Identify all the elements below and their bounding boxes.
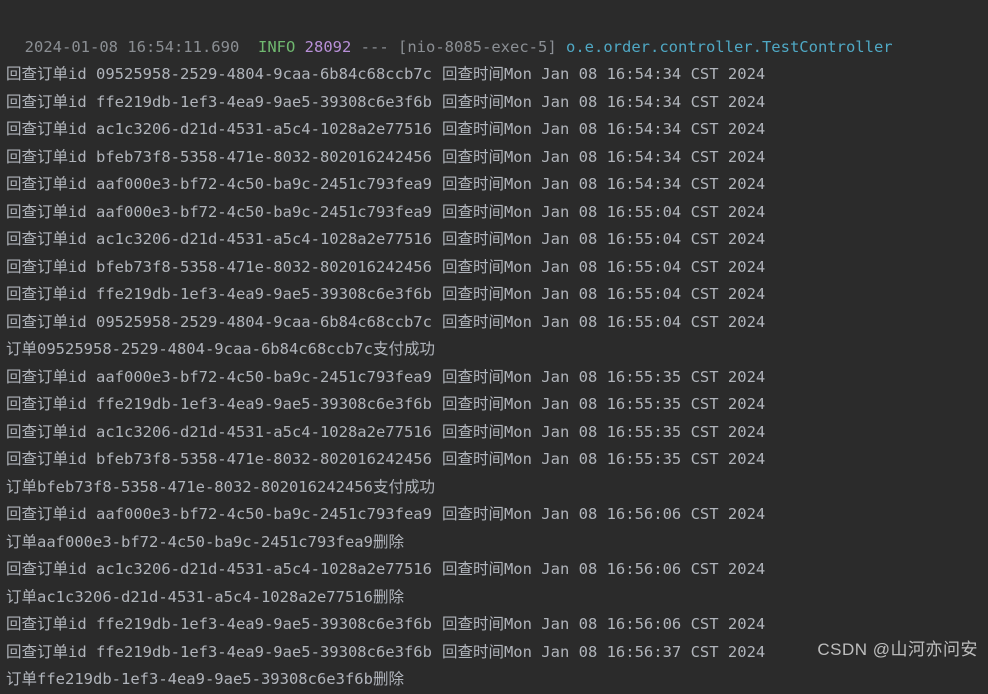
log-time-segment: 回查时间Mon Jan 08 16:56:37 CST 2024 xyxy=(442,643,765,661)
log-check-segment: 回查订单id ffe219db-1ef3-4ea9-9ae5-39308c6e3… xyxy=(6,643,432,661)
log-check-segment: 回查订单id ac1c3206-d21d-4531-a5c4-1028a2e77… xyxy=(6,120,432,138)
log-line: 回查订单id ffe219db-1ef3-4ea9-9ae5-39308c6e3… xyxy=(6,391,982,419)
log-line: 回查订单id 09525958-2529-4804-9caa-6b84c68cc… xyxy=(6,61,982,89)
log-line: 回查订单id bfeb73f8-5358-471e-8032-802016242… xyxy=(6,144,982,172)
log-check-segment: 回查订单id bfeb73f8-5358-471e-8032-802016242… xyxy=(6,258,432,276)
log-time-segment: 回查时间Mon Jan 08 16:54:34 CST 2024 xyxy=(442,175,765,193)
log-line: 回查订单id aaf000e3-bf72-4c50-ba9c-2451c793f… xyxy=(6,171,982,199)
log-level: INFO xyxy=(258,38,295,56)
log-line: 回查订单id aaf000e3-bf72-4c50-ba9c-2451c793f… xyxy=(6,501,982,529)
log-time-segment: 回查时间Mon Jan 08 16:54:34 CST 2024 xyxy=(442,65,765,83)
log-pid: 28092 xyxy=(305,38,352,56)
log-time-segment: 回查时间Mon Jan 08 16:55:04 CST 2024 xyxy=(442,230,765,248)
log-sep: --- xyxy=(361,38,389,56)
log-time-segment: 回查时间Mon Jan 08 16:56:06 CST 2024 xyxy=(442,505,765,523)
log-check-segment: 回查订单id aaf000e3-bf72-4c50-ba9c-2451c793f… xyxy=(6,175,432,193)
log-line: 回查订单id 09525958-2529-4804-9caa-6b84c68cc… xyxy=(6,309,982,337)
log-time-segment: 回查时间Mon Jan 08 16:54:34 CST 2024 xyxy=(442,148,765,166)
log-thread: [nio-8085-exec-5] xyxy=(398,38,557,56)
log-time-segment: 回查时间Mon Jan 08 16:55:04 CST 2024 xyxy=(442,285,765,303)
log-line: 回查订单id ac1c3206-d21d-4531-a5c4-1028a2e77… xyxy=(6,556,982,584)
log-status-line: 订单ac1c3206-d21d-4531-a5c4-1028a2e77516删除 xyxy=(6,584,982,612)
watermark: CSDN @山河亦问安 xyxy=(817,636,978,664)
log-line: 回查订单id ac1c3206-d21d-4531-a5c4-1028a2e77… xyxy=(6,226,982,254)
log-check-segment: 回查订单id bfeb73f8-5358-471e-8032-802016242… xyxy=(6,450,432,468)
log-check-segment: 回查订单id bfeb73f8-5358-471e-8032-802016242… xyxy=(6,148,432,166)
log-time-segment: 回查时间Mon Jan 08 16:55:35 CST 2024 xyxy=(442,423,765,441)
log-check-segment: 回查订单id aaf000e3-bf72-4c50-ba9c-2451c793f… xyxy=(6,368,432,386)
log-time-segment: 回查时间Mon Jan 08 16:55:35 CST 2024 xyxy=(442,395,765,413)
log-line: 回查订单id ffe219db-1ef3-4ea9-9ae5-39308c6e3… xyxy=(6,611,982,639)
log-check-segment: 回查订单id ffe219db-1ef3-4ea9-9ae5-39308c6e3… xyxy=(6,285,432,303)
log-check-segment: 回查订单id 09525958-2529-4804-9caa-6b84c68cc… xyxy=(6,313,432,331)
log-line: 回查订单id aaf000e3-bf72-4c50-ba9c-2451c793f… xyxy=(6,199,982,227)
log-time-segment: 回查时间Mon Jan 08 16:55:35 CST 2024 xyxy=(442,368,765,386)
log-time-segment: 回查时间Mon Jan 08 16:55:04 CST 2024 xyxy=(442,258,765,276)
log-time-segment: 回查时间Mon Jan 08 16:55:04 CST 2024 xyxy=(442,203,765,221)
log-check-segment: 回查订单id ffe219db-1ef3-4ea9-9ae5-39308c6e3… xyxy=(6,93,432,111)
log-status-line: 订单aaf000e3-bf72-4c50-ba9c-2451c793fea9删除 xyxy=(6,529,982,557)
log-line: 回查订单id ffe219db-1ef3-4ea9-9ae5-39308c6e3… xyxy=(6,89,982,117)
log-line: 回查订单id bfeb73f8-5358-471e-8032-802016242… xyxy=(6,254,982,282)
log-status-line: 订单ffe219db-1ef3-4ea9-9ae5-39308c6e3f6b删除 xyxy=(6,666,982,694)
log-header: 2024-01-08 16:54:11.690 INFO 28092 --- [… xyxy=(6,6,982,61)
log-status-line: 订单09525958-2529-4804-9caa-6b84c68ccb7c支付… xyxy=(6,336,982,364)
log-body: 回查订单id 09525958-2529-4804-9caa-6b84c68cc… xyxy=(6,61,982,694)
log-time-segment: 回查时间Mon Jan 08 16:56:06 CST 2024 xyxy=(442,560,765,578)
log-time-segment: 回查时间Mon Jan 08 16:54:34 CST 2024 xyxy=(442,120,765,138)
log-line: 回查订单id bfeb73f8-5358-471e-8032-802016242… xyxy=(6,446,982,474)
log-check-segment: 回查订单id ac1c3206-d21d-4531-a5c4-1028a2e77… xyxy=(6,560,432,578)
log-time-segment: 回查时间Mon Jan 08 16:55:35 CST 2024 xyxy=(442,450,765,468)
log-line: 回查订单id aaf000e3-bf72-4c50-ba9c-2451c793f… xyxy=(6,364,982,392)
log-check-segment: 回查订单id aaf000e3-bf72-4c50-ba9c-2451c793f… xyxy=(6,505,432,523)
log-check-segment: 回查订单id aaf000e3-bf72-4c50-ba9c-2451c793f… xyxy=(6,203,432,221)
log-line: 回查订单id ac1c3206-d21d-4531-a5c4-1028a2e77… xyxy=(6,419,982,447)
log-check-segment: 回查订单id ac1c3206-d21d-4531-a5c4-1028a2e77… xyxy=(6,230,432,248)
log-check-segment: 回查订单id ac1c3206-d21d-4531-a5c4-1028a2e77… xyxy=(6,423,432,441)
log-check-segment: 回查订单id ffe219db-1ef3-4ea9-9ae5-39308c6e3… xyxy=(6,395,432,413)
log-timestamp: 2024-01-08 16:54:11.690 xyxy=(25,38,240,56)
log-status-line: 订单bfeb73f8-5358-471e-8032-802016242456支付… xyxy=(6,474,982,502)
log-line: 回查订单id ac1c3206-d21d-4531-a5c4-1028a2e77… xyxy=(6,116,982,144)
log-time-segment: 回查时间Mon Jan 08 16:55:04 CST 2024 xyxy=(442,313,765,331)
log-line: 回查订单id ffe219db-1ef3-4ea9-9ae5-39308c6e3… xyxy=(6,281,982,309)
log-time-segment: 回查时间Mon Jan 08 16:56:06 CST 2024 xyxy=(442,615,765,633)
log-logger: o.e.order.controller.TestController xyxy=(566,38,893,56)
log-check-segment: 回查订单id 09525958-2529-4804-9caa-6b84c68cc… xyxy=(6,65,432,83)
log-time-segment: 回查时间Mon Jan 08 16:54:34 CST 2024 xyxy=(442,93,765,111)
log-check-segment: 回查订单id ffe219db-1ef3-4ea9-9ae5-39308c6e3… xyxy=(6,615,432,633)
